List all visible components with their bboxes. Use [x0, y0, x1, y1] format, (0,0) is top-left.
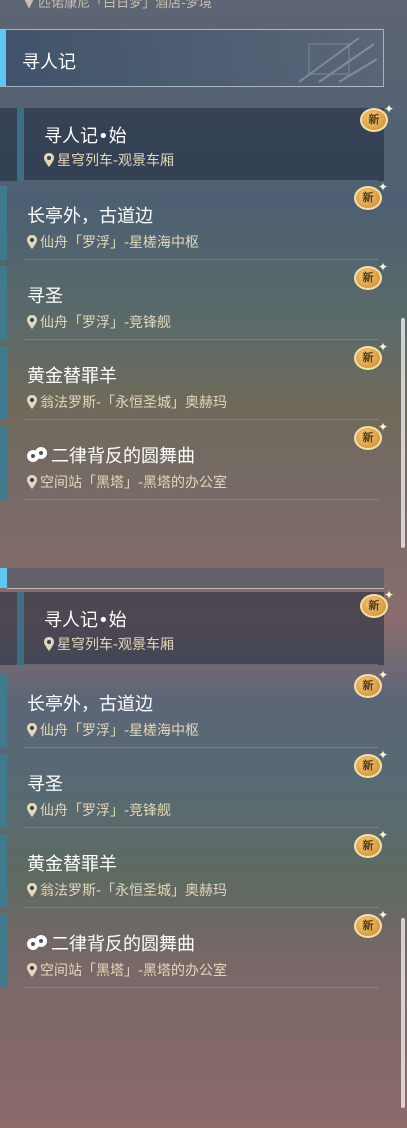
section-header[interactable]: 寻人记: [0, 29, 384, 87]
quest-list-panel-1: ▼ 匹诺康尼「白日梦」酒店-梦境 寻人记 寻人记•始 星穹列车-观景车厢 新 ✦ …: [0, 0, 407, 560]
divider: [24, 747, 378, 748]
quest-name: 二律背反的圆舞曲: [27, 930, 195, 956]
divider: [24, 180, 378, 181]
new-badge-icon: 新 ✦: [360, 588, 394, 620]
quest-name: 黄金替罪羊: [27, 854, 117, 875]
selected-indicator: [17, 592, 24, 665]
location-pin-icon: [27, 395, 37, 409]
item-accent-bar: [0, 834, 7, 908]
quest-name: 寻人记•始: [44, 610, 127, 631]
location-pin-icon: [27, 475, 37, 489]
feather-emblem-icon: [298, 37, 378, 83]
new-badge-icon: 新 ✦: [354, 420, 388, 452]
quest-location: 翁法罗斯-「永恒圣城」奥赫玛: [27, 392, 227, 412]
new-badge-icon: 新 ✦: [354, 828, 388, 860]
scrollbar[interactable]: [401, 318, 405, 548]
new-badge-icon: 新 ✦: [354, 908, 388, 940]
quest-item[interactable]: 二律背反的圆舞曲 空间站「黑塔」-黑塔的办公室: [0, 914, 384, 988]
item-accent-bar: [0, 266, 7, 340]
quest-name: 黄金替罪羊: [27, 366, 117, 387]
quest-location: 星穹列车-观景车厢: [44, 150, 174, 170]
divider: [24, 259, 378, 260]
quest-item[interactable]: 二律背反的圆舞曲 空间站「黑塔」-黑塔的办公室: [0, 426, 384, 500]
location-pin-icon: [27, 235, 37, 249]
section-header-cutoff[interactable]: [7, 568, 384, 589]
item-accent-bar: [0, 186, 7, 260]
previous-section-cutoff: ▼ 匹诺康尼「白日梦」酒店-梦境: [24, 0, 212, 11]
quest-item[interactable]: 长亭外，古道边 仙舟「罗浮」-星槎海中枢: [0, 674, 384, 748]
quest-item[interactable]: 寻圣 仙舟「罗浮」-竞锋舰: [0, 754, 384, 828]
quest-location: 仙舟「罗浮」-星槎海中枢: [27, 232, 199, 252]
quest-name: 寻圣: [27, 774, 63, 795]
quest-location: 仙舟「罗浮」-竞锋舰: [27, 800, 171, 820]
quest-name: 寻圣: [27, 286, 63, 307]
quest-name: 寻人记•始: [44, 126, 127, 147]
new-badge-icon: 新 ✦: [354, 180, 388, 212]
item-accent-bar: [0, 346, 7, 420]
location-pin-icon: [27, 723, 37, 737]
quest-location: 翁法罗斯-「永恒圣城」奥赫玛: [27, 880, 227, 900]
section-accent-bar: [0, 568, 7, 588]
location-pin-icon: [44, 637, 54, 651]
quest-location: 空间站「黑塔」-黑塔的办公室: [27, 472, 227, 492]
quest-location: 空间站「黑塔」-黑塔的办公室: [27, 960, 227, 980]
quest-item[interactable]: 寻人记•始 星穹列车-观景车厢: [0, 108, 384, 181]
quest-name: 长亭外，古道边: [27, 694, 153, 715]
scrollbar[interactable]: [401, 918, 405, 1108]
quest-location: 仙舟「罗浮」-星槎海中枢: [27, 720, 199, 740]
quest-location: 星穹列车-观景车厢: [44, 634, 174, 654]
divider: [24, 827, 378, 828]
quest-list-panel-2: 寻人记•始 星穹列车-观景车厢 新 ✦ 长亭外，古道边 仙舟「罗浮」-星槎海中枢 …: [0, 568, 407, 1128]
quest-item[interactable]: 寻人记•始 星穹列车-观景车厢: [0, 592, 384, 665]
location-pin-icon: [44, 153, 54, 167]
new-badge-icon: 新 ✦: [354, 748, 388, 780]
quest-item[interactable]: 黄金替罪羊 翁法罗斯-「永恒圣城」奥赫玛: [0, 834, 384, 908]
quest-location: 仙舟「罗浮」-竞锋舰: [27, 312, 171, 332]
item-accent-bar: [0, 754, 7, 828]
new-badge-icon: 新 ✦: [354, 260, 388, 292]
divider: [24, 499, 378, 500]
divider: [24, 339, 378, 340]
selected-indicator: [17, 108, 24, 181]
divider: [24, 987, 378, 988]
divider: [24, 907, 378, 908]
location-pin-icon: [27, 963, 37, 977]
location-pin-icon: [27, 803, 37, 817]
new-badge-icon: 新 ✦: [360, 102, 394, 134]
item-accent-bar: [0, 914, 7, 988]
divider: [24, 664, 378, 665]
new-badge-icon: 新 ✦: [354, 340, 388, 372]
location-pin-icon: [27, 315, 37, 329]
item-accent-bar: [0, 674, 7, 748]
section-accent-bar: [0, 30, 6, 86]
quest-name: 二律背反的圆舞曲: [27, 442, 195, 468]
new-badge-icon: 新 ✦: [354, 668, 388, 700]
quest-name: 长亭外，古道边: [27, 206, 153, 227]
mask-icon: [27, 935, 47, 950]
location-pin-icon: [27, 883, 37, 897]
mask-icon: [27, 447, 47, 462]
quest-item[interactable]: 黄金替罪羊 翁法罗斯-「永恒圣城」奥赫玛: [0, 346, 384, 420]
item-accent-bar: [0, 426, 7, 500]
quest-item[interactable]: 寻圣 仙舟「罗浮」-竞锋舰: [0, 266, 384, 340]
divider: [24, 419, 378, 420]
section-title: 寻人记: [22, 52, 76, 73]
quest-item[interactable]: 长亭外，古道边 仙舟「罗浮」-星槎海中枢: [0, 186, 384, 260]
